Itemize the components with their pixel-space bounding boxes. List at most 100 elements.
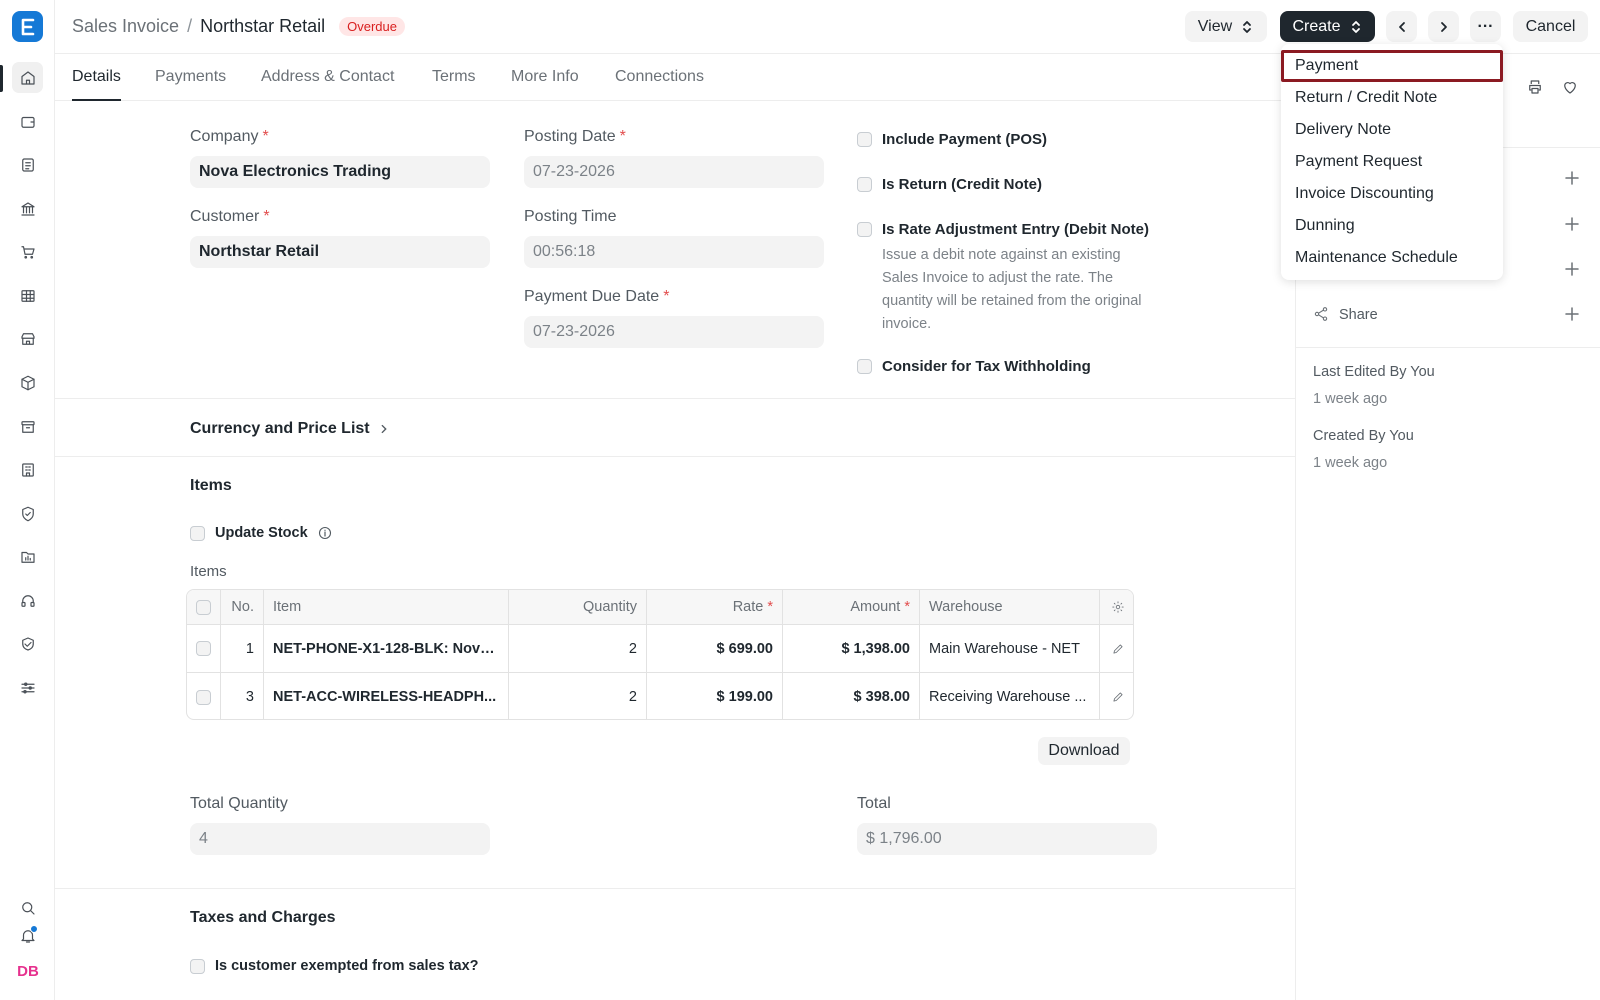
- menu-item-dunning[interactable]: Dunning: [1281, 210, 1503, 242]
- archive-icon[interactable]: [12, 411, 43, 442]
- checkbox-box[interactable]: [857, 177, 872, 192]
- add-attachment-button[interactable]: [1564, 216, 1580, 232]
- gear-icon[interactable]: [1111, 600, 1125, 614]
- building-icon[interactable]: [12, 454, 43, 485]
- checkbox-box[interactable]: [857, 132, 872, 147]
- row-warehouse-text: Receiving Warehouse ...: [929, 689, 1087, 705]
- last-edited-time: 1 week ago: [1313, 391, 1388, 407]
- update-stock-checkbox[interactable]: Update Stock: [190, 525, 332, 541]
- bank-icon[interactable]: [12, 193, 43, 224]
- items-section-title: Items: [190, 477, 232, 494]
- currency-section-toggle[interactable]: Currency and Price List: [190, 420, 390, 438]
- checkbox-box[interactable]: [190, 525, 205, 541]
- printer-icon[interactable]: [1526, 78, 1544, 96]
- menu-item-payment[interactable]: Payment: [1281, 50, 1503, 82]
- next-button[interactable]: [1428, 11, 1459, 42]
- row-checkbox[interactable]: [196, 641, 211, 656]
- tax-exempt-label: Is customer exempted from sales tax?: [215, 958, 479, 974]
- row-warehouse[interactable]: Receiving Warehouse ...: [920, 673, 1100, 719]
- create-dropdown-menu: Payment Return / Credit Note Delivery No…: [1281, 44, 1503, 280]
- cancel-button[interactable]: Cancel: [1513, 11, 1588, 42]
- avatar[interactable]: DB: [14, 958, 42, 984]
- created-time: 1 week ago: [1313, 455, 1388, 471]
- row-warehouse-text: Main Warehouse - NET: [929, 640, 1080, 657]
- due-date-field[interactable]: 07-23-2026: [524, 316, 824, 348]
- company-field[interactable]: Nova Electronics Trading: [190, 156, 490, 188]
- tab-details[interactable]: Details: [72, 68, 121, 101]
- pencil-icon[interactable]: [1111, 690, 1125, 704]
- menu-item-return-credit-note[interactable]: Return / Credit Note: [1281, 82, 1503, 114]
- document-icon[interactable]: [12, 149, 43, 180]
- table-row[interactable]: 3 NET-ACC-WIRELESS-HEADPH... 2 $ 199.00 …: [187, 673, 1133, 719]
- share-label[interactable]: Share: [1339, 307, 1378, 323]
- row-item[interactable]: NET-ACC-WIRELESS-HEADPH...: [264, 673, 509, 719]
- row-item[interactable]: NET-PHONE-X1-128-BLK: Nova...: [264, 625, 509, 672]
- home-icon[interactable]: [12, 62, 43, 93]
- search-icon[interactable]: [12, 892, 43, 923]
- tab-connections[interactable]: Connections: [615, 68, 704, 101]
- row-quantity[interactable]: 2: [509, 673, 647, 719]
- bell-icon[interactable]: [12, 920, 43, 951]
- create-button[interactable]: Create: [1280, 11, 1375, 42]
- store-icon[interactable]: [12, 323, 43, 354]
- tax-withholding-checkbox[interactable]: Consider for Tax Withholding: [857, 358, 1091, 375]
- row-amount[interactable]: $ 1,398.00: [783, 625, 920, 672]
- plus-icon: [1565, 171, 1579, 185]
- include-payment-checkbox[interactable]: Include Payment (POS): [857, 131, 1047, 148]
- breadcrumb-parent-link[interactable]: Sales Invoice: [72, 16, 179, 37]
- posting-time-field[interactable]: 00:56:18: [524, 236, 824, 268]
- is-return-checkbox[interactable]: Is Return (Credit Note): [857, 176, 1042, 193]
- add-share-button[interactable]: [1564, 306, 1580, 322]
- column-settings-cell: [1100, 590, 1133, 624]
- info-icon[interactable]: [318, 526, 332, 540]
- add-tag-button[interactable]: [1564, 261, 1580, 277]
- plus-icon: [1565, 307, 1579, 321]
- row-no: 1: [221, 625, 264, 672]
- menu-item-invoice-discounting[interactable]: Invoice Discounting: [1281, 178, 1503, 210]
- row-checkbox[interactable]: [196, 689, 211, 705]
- currency-section-title: Currency and Price List: [190, 420, 370, 437]
- rate-adjustment-checkbox[interactable]: Is Rate Adjustment Entry (Debit Note): [857, 221, 1149, 238]
- row-amount[interactable]: $ 398.00: [783, 673, 920, 719]
- required-marker: *: [767, 599, 773, 615]
- customer-field[interactable]: Northstar Retail: [190, 236, 490, 268]
- tab-more-info[interactable]: More Info: [511, 68, 579, 101]
- wallet-icon[interactable]: [12, 106, 43, 137]
- row-rate[interactable]: $ 699.00: [647, 625, 783, 672]
- shield-icon[interactable]: [12, 498, 43, 529]
- box-icon[interactable]: [12, 367, 43, 398]
- app-logo-icon[interactable]: [12, 11, 43, 42]
- tab-payments[interactable]: Payments: [155, 68, 226, 101]
- heart-icon[interactable]: [1561, 78, 1579, 96]
- taxes-section-title: Taxes and Charges: [190, 909, 336, 926]
- cart-icon[interactable]: [12, 236, 43, 267]
- menu-item-payment-request[interactable]: Payment Request: [1281, 146, 1503, 178]
- row-rate[interactable]: $ 199.00: [647, 673, 783, 719]
- required-marker: *: [904, 599, 910, 615]
- handshake-icon[interactable]: [12, 628, 43, 659]
- download-button[interactable]: Download: [1038, 737, 1130, 765]
- view-button[interactable]: View: [1185, 11, 1267, 42]
- tab-address-contact[interactable]: Address & Contact: [261, 68, 394, 101]
- checkbox-box[interactable]: [857, 359, 872, 374]
- row-warehouse[interactable]: Main Warehouse - NET: [920, 625, 1100, 672]
- table-row[interactable]: 1 NET-PHONE-X1-128-BLK: Nova... 2 $ 699.…: [187, 625, 1133, 673]
- menu-item-maintenance-schedule[interactable]: Maintenance Schedule: [1281, 242, 1503, 274]
- add-assign-button[interactable]: [1564, 170, 1580, 186]
- row-quantity[interactable]: 2: [509, 625, 647, 672]
- headset-icon[interactable]: [12, 585, 43, 616]
- folder-chart-icon[interactable]: [12, 541, 43, 572]
- previous-button[interactable]: [1386, 11, 1417, 42]
- pencil-icon[interactable]: [1111, 642, 1125, 656]
- table-icon[interactable]: [12, 280, 43, 311]
- posting-date-field[interactable]: 07-23-2026: [524, 156, 824, 188]
- menu-item-delivery-note[interactable]: Delivery Note: [1281, 114, 1503, 146]
- tab-terms[interactable]: Terms: [432, 68, 476, 101]
- sliders-icon[interactable]: [12, 672, 43, 703]
- more-actions-button[interactable]: ···: [1470, 11, 1501, 42]
- select-all-checkbox[interactable]: [196, 599, 211, 615]
- checkbox-box[interactable]: [190, 958, 205, 974]
- tax-exempt-checkbox[interactable]: Is customer exempted from sales tax?: [190, 958, 479, 974]
- checkbox-box[interactable]: [857, 222, 872, 237]
- header-amount-text: Amount: [850, 599, 901, 615]
